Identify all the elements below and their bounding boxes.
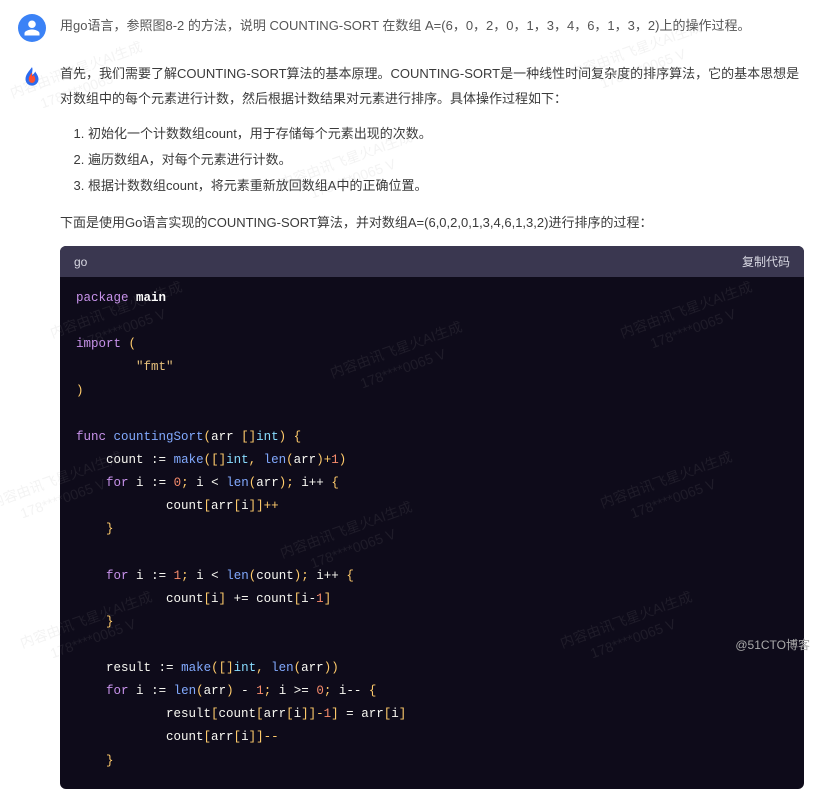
ai-paragraph-1: 首先，我们需要了解COUNTING-SORT算法的基本原理。COUNTING-S… [60,62,804,111]
ai-paragraph-2: 下面是使用Go语言实现的COUNTING-SORT算法，并对数组A=(6,0,2… [60,211,804,236]
list-item: 遍历数组A，对每个元素进行计数。 [88,147,804,173]
list-item: 根据计数数组count，将元素重新放回数组A中的正确位置。 [88,173,804,199]
list-item: 初始化一个计数数组count，用于存储每个元素出现的次数。 [88,121,804,147]
code-language-label: go [74,255,87,269]
spark-flame-icon [19,65,45,91]
ai-message-content: 首先，我们需要了解COUNTING-SORT算法的基本原理。COUNTING-S… [60,62,804,789]
user-message-row: 用go语言，参照图8-2 的方法，说明 COUNTING-SORT 在数组 A=… [0,0,822,50]
ai-avatar [18,64,46,92]
user-message-text: 用go语言，参照图8-2 的方法，说明 COUNTING-SORT 在数组 A=… [60,12,750,42]
ai-message-row: 首先，我们需要了解COUNTING-SORT算法的基本原理。COUNTING-S… [0,50,822,789]
steps-list: 初始化一个计数数组count，用于存储每个元素出现的次数。 遍历数组A，对每个元… [88,121,804,199]
code-header: go 复制代码 [60,246,804,277]
user-icon [23,19,41,37]
user-avatar [18,14,46,42]
code-block: go 复制代码 package main import ( "fmt" ) fu… [60,246,804,789]
code-content[interactable]: package main import ( "fmt" ) func count… [60,277,804,789]
copy-code-button[interactable]: 复制代码 [742,253,790,270]
